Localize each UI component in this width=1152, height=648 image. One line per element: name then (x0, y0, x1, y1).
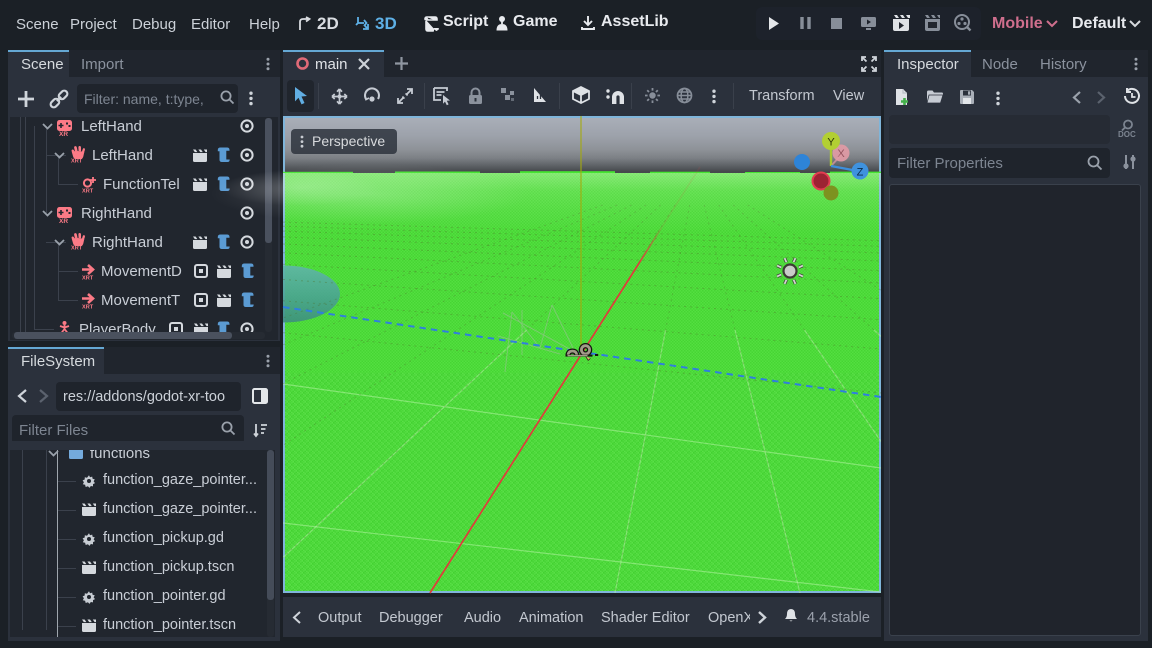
svg-text:XR: XR (59, 131, 68, 138)
svg-text:XRT: XRT (82, 189, 94, 195)
svg-text:XRT: XRT (82, 276, 94, 282)
svg-text:DOC: DOC (1118, 130, 1136, 139)
svg-text:XRT: XRT (71, 159, 83, 165)
svg-text:Y: Y (827, 137, 835, 149)
svg-text:XRT: XRT (82, 305, 94, 311)
svg-text:Z: Z (857, 167, 864, 179)
svg-text:XRT: XRT (71, 246, 83, 252)
svg-text:XR: XR (59, 218, 68, 225)
